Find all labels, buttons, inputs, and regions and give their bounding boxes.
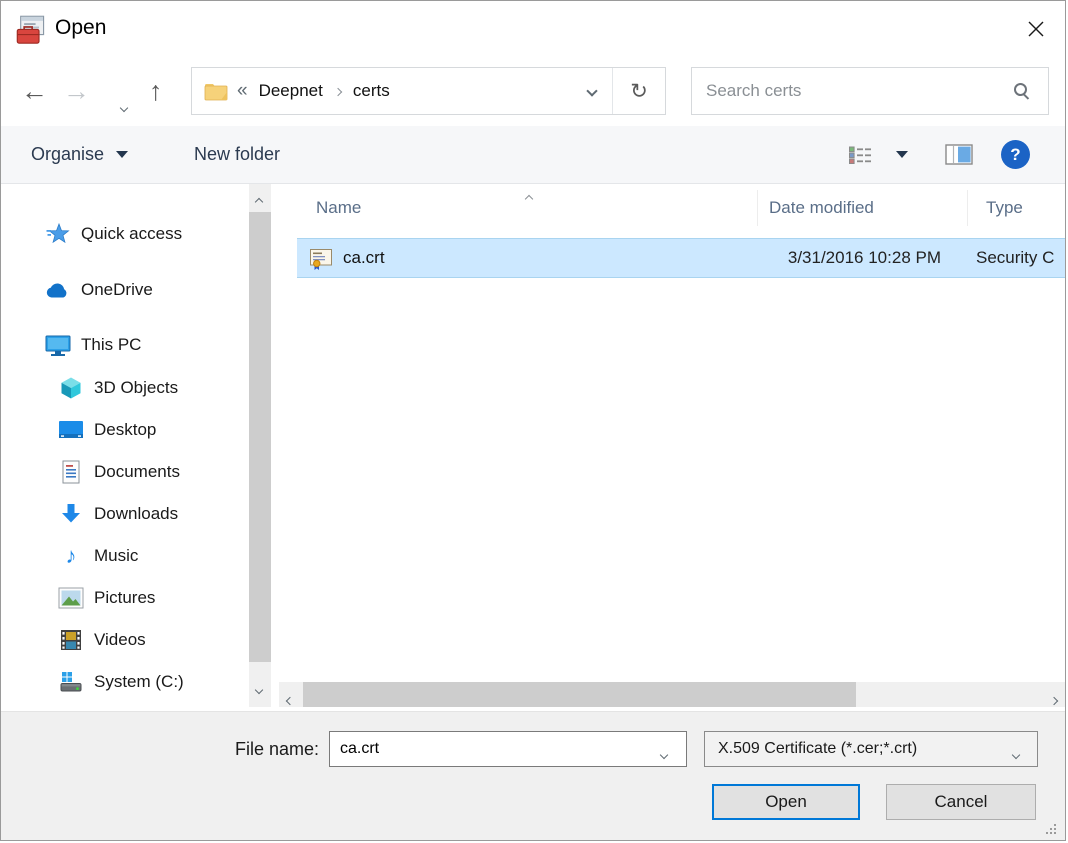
file-type-dropdown-chevron-icon — [1013, 745, 1019, 763]
folder-icon — [204, 81, 228, 101]
navigation-bar: ← → ↑ « Deepnet certs ↻ — [1, 57, 1065, 126]
sidebar-item-3d-objects[interactable]: 3D Objects — [58, 373, 178, 403]
sidebar-item-videos[interactable]: Videos — [58, 625, 146, 655]
scroll-left-icon[interactable] — [287, 691, 293, 709]
onedrive-cloud-icon — [45, 278, 71, 302]
sidebar-item-label: System (C:) — [94, 672, 184, 692]
column-header-date-modified[interactable]: Date modified — [769, 184, 874, 232]
scroll-up-icon[interactable] — [256, 192, 262, 210]
up-icon[interactable]: ↑ — [149, 76, 163, 106]
resize-grip-icon[interactable] — [1046, 824, 1058, 836]
system-drive-icon — [58, 670, 84, 694]
music-note-icon: ♪ — [58, 544, 84, 568]
sidebar-item-pictures[interactable]: Pictures — [58, 583, 155, 613]
column-header-type[interactable]: Type — [986, 184, 1023, 232]
file-type-value: X.509 Certificate (*.cer;*.crt) — [718, 740, 917, 757]
address-dropdown-chevron-icon[interactable] — [588, 82, 596, 100]
sidebar-item-label: 3D Objects — [94, 378, 178, 398]
sidebar-item-quick-access[interactable]: Quick access — [45, 219, 182, 249]
sidebar-item-label: Quick access — [81, 224, 182, 244]
quick-access-star-icon — [45, 222, 71, 246]
sidebar-item-label: OneDrive — [81, 280, 153, 300]
file-name-label: File name: — [181, 731, 319, 767]
pictures-icon — [58, 586, 84, 610]
sidebar-item-desktop[interactable]: Desktop — [58, 415, 156, 445]
3d-objects-cube-icon — [58, 376, 84, 400]
scroll-right-icon[interactable] — [1051, 691, 1057, 709]
sidebar-item-downloads[interactable]: Downloads — [58, 499, 178, 529]
desktop-icon — [58, 418, 84, 442]
sidebar-item-label: Videos — [94, 630, 146, 650]
sidebar-item-onedrive[interactable]: OneDrive — [45, 275, 153, 305]
organise-dropdown-icon — [116, 151, 128, 158]
new-folder-label: New folder — [194, 144, 280, 165]
details-view-icon — [849, 146, 874, 164]
sidebar-item-label: This PC — [81, 335, 141, 355]
open-button[interactable]: Open — [712, 784, 860, 820]
views-dropdown-icon[interactable] — [896, 126, 908, 183]
breadcrumb-overflow[interactable]: « — [237, 80, 248, 102]
sort-ascending-icon — [526, 189, 532, 207]
videos-film-icon — [58, 628, 84, 652]
open-file-dialog: Open ← → ↑ « Deepnet certs ↻ — [0, 0, 1066, 841]
file-name-cell: ca.crt — [343, 239, 385, 277]
close-button[interactable] — [1019, 13, 1053, 45]
sidebar-item-label: Desktop — [94, 420, 156, 440]
views-button[interactable] — [849, 126, 874, 183]
new-folder-button[interactable]: New folder — [194, 126, 280, 183]
sidebar-scrollbar[interactable] — [249, 184, 271, 707]
dialog-footer: File name: X.509 Certificate (*.cer;*.cr… — [1, 711, 1065, 841]
forward-icon[interactable]: → — [63, 76, 90, 106]
breadcrumb-certs[interactable]: certs — [353, 81, 390, 101]
search-icon[interactable] — [1014, 83, 1030, 99]
navigation-pane: Quick access OneDrive This PC — [1, 184, 279, 711]
organise-label: Organise — [31, 144, 104, 165]
scroll-down-icon[interactable] — [256, 680, 262, 698]
file-type-cell: Security C — [976, 239, 1066, 277]
column-header-name[interactable]: Name — [316, 184, 361, 232]
file-list-header: Name Date modified Type — [279, 184, 1066, 232]
sidebar-item-label: Documents — [94, 462, 180, 482]
sidebar-item-system-c[interactable]: System (C:) — [58, 667, 184, 697]
sidebar-item-this-pc[interactable]: This PC — [45, 330, 141, 360]
refresh-icon[interactable]: ↻ — [613, 79, 665, 104]
recent-locations-chevron-icon[interactable] — [121, 87, 127, 117]
sidebar-item-label: Music — [94, 546, 138, 566]
sidebar-item-label: Downloads — [94, 504, 178, 524]
file-name-dropdown-chevron-icon[interactable] — [661, 745, 667, 763]
preview-pane-button[interactable] — [945, 126, 973, 183]
file-name-input[interactable] — [329, 731, 687, 767]
column-divider[interactable] — [757, 190, 758, 226]
address-bar[interactable]: « Deepnet certs ↻ — [191, 67, 666, 115]
app-toolbox-icon — [15, 14, 47, 46]
cancel-button[interactable]: Cancel — [886, 784, 1036, 820]
breadcrumb-deepnet[interactable]: Deepnet — [259, 81, 323, 101]
command-bar: Organise New folder — [1, 126, 1065, 184]
search-input[interactable] — [692, 68, 1048, 114]
search-box — [691, 67, 1049, 115]
help-button[interactable]: ? — [1001, 140, 1030, 169]
window-title: Open — [55, 16, 106, 40]
sidebar-item-documents[interactable]: Documents — [58, 457, 180, 487]
file-type-select[interactable]: X.509 Certificate (*.cer;*.crt) — [704, 731, 1038, 767]
sidebar-scrollbar-thumb[interactable] — [249, 212, 271, 662]
sidebar-item-label: Pictures — [94, 588, 155, 608]
preview-pane-icon — [945, 144, 973, 165]
certificate-icon — [309, 247, 333, 271]
horizontal-scrollbar[interactable] — [279, 682, 1066, 707]
documents-icon — [58, 460, 84, 484]
title-bar: Open — [1, 1, 1065, 57]
column-divider[interactable] — [967, 190, 968, 226]
breadcrumb-separator-icon — [335, 82, 341, 100]
horizontal-scrollbar-thumb[interactable] — [303, 682, 856, 707]
file-date-cell: 3/31/2016 10:28 PM — [755, 239, 941, 277]
help-icon: ? — [1010, 145, 1020, 165]
sidebar-item-music[interactable]: ♪ Music — [58, 541, 138, 571]
back-icon[interactable]: ← — [21, 76, 48, 106]
this-pc-monitor-icon — [45, 333, 71, 357]
file-row-ca-crt[interactable]: ca.crt 3/31/2016 10:28 PM Security C — [297, 238, 1066, 278]
close-icon — [1026, 19, 1046, 39]
downloads-arrow-icon — [58, 502, 84, 526]
organise-button[interactable]: Organise — [31, 126, 128, 183]
